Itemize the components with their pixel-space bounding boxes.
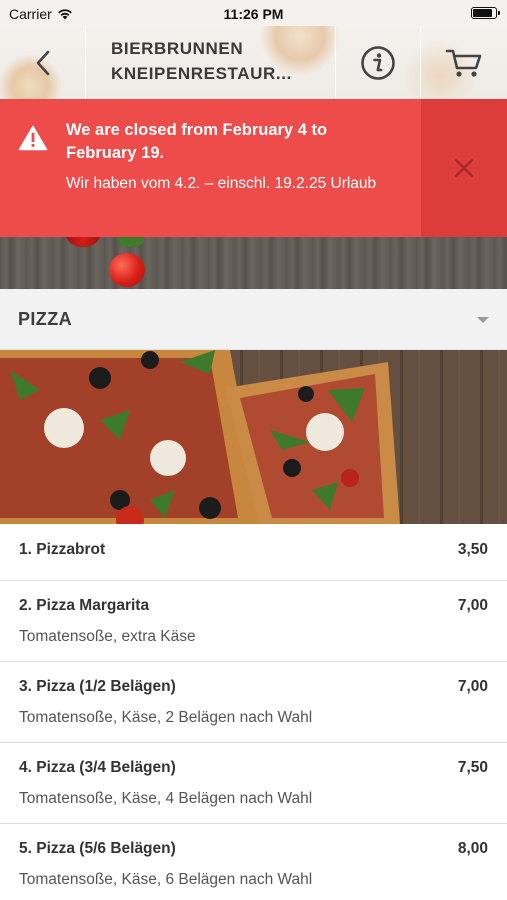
tomato-decoration	[66, 237, 100, 247]
battery-icon	[471, 7, 500, 19]
cart-icon	[445, 49, 482, 77]
item-description: Tomatensoße, Käse, 6 Belägen nach Wahl	[19, 871, 313, 888]
warning-icon	[18, 125, 48, 151]
title-line-2: KNEIPENRESTAUR...	[111, 64, 292, 83]
app-header: BIERBRUNNEN KNEIPENRESTAUR...	[0, 26, 507, 99]
menu-list: 1. Pizzabrot 3,50 2. Pizza Margarita 7,0…	[0, 524, 507, 900]
pizza-photo	[0, 350, 507, 524]
status-time: 11:26 PM	[223, 6, 284, 22]
item-name: 2. Pizza Margarita	[19, 597, 150, 614]
item-name: 3. Pizza (1/2 Belägen)	[19, 678, 176, 695]
item-name: 4. Pizza (3/4 Belägen)	[19, 759, 176, 776]
item-name: 1. Pizzabrot	[19, 541, 106, 558]
back-chevron-icon	[36, 50, 49, 75]
menu-item[interactable]: 3. Pizza (1/2 Belägen) 7,00 Tomatensoße,…	[0, 662, 507, 743]
item-price: 3,50	[457, 541, 488, 558]
item-price: 7,00	[457, 678, 488, 695]
item-description: Tomatensoße, extra Käse	[19, 628, 196, 645]
item-price: 7,50	[457, 759, 488, 776]
back-button[interactable]	[0, 26, 86, 99]
category-image	[0, 350, 507, 524]
leaf-decoration	[118, 237, 144, 247]
item-description: Tomatensoße, Käse, 4 Belägen nach Wahl	[19, 790, 313, 807]
menu-item[interactable]: 2. Pizza Margarita 7,00 Tomatensoße, ext…	[0, 581, 507, 662]
item-name: 5. Pizza (5/6 Belägen)	[19, 840, 176, 857]
chevron-down-icon	[477, 317, 489, 323]
item-price: 7,00	[457, 597, 488, 614]
restaurant-title: BIERBRUNNEN KNEIPENRESTAUR...	[86, 26, 336, 99]
closure-alert: We are closed from February 4 to Februar…	[0, 99, 507, 237]
alert-close-button[interactable]	[421, 99, 507, 237]
item-price: 8,00	[457, 840, 488, 857]
close-icon	[454, 158, 474, 178]
alert-title: We are closed from February 4 to Februar…	[66, 121, 328, 162]
menu-item[interactable]: 5. Pizza (5/6 Belägen) 8,00 Tomatensoße,…	[0, 824, 507, 900]
item-description: Tomatensoße, Käse, 2 Belägen nach Wahl	[19, 709, 313, 726]
menu-item[interactable]: 1. Pizzabrot 3,50	[0, 524, 507, 581]
info-button[interactable]	[336, 26, 421, 99]
cart-button[interactable]	[421, 26, 507, 99]
menu-item[interactable]: 4. Pizza (3/4 Belägen) 7,50 Tomatensoße,…	[0, 743, 507, 824]
category-title: PIZZA	[18, 309, 72, 329]
category-header[interactable]: PIZZA	[0, 289, 507, 350]
status-bar: Carrier 11:26 PM	[0, 0, 507, 26]
info-icon	[361, 45, 395, 80]
title-line-1: BIERBRUNNEN	[111, 39, 244, 58]
alert-message: Wir haben vom 4.2. – einschl. 19.2.25 Ur…	[66, 175, 377, 192]
tomato-decoration	[109, 253, 145, 287]
header-background-image	[0, 237, 507, 289]
